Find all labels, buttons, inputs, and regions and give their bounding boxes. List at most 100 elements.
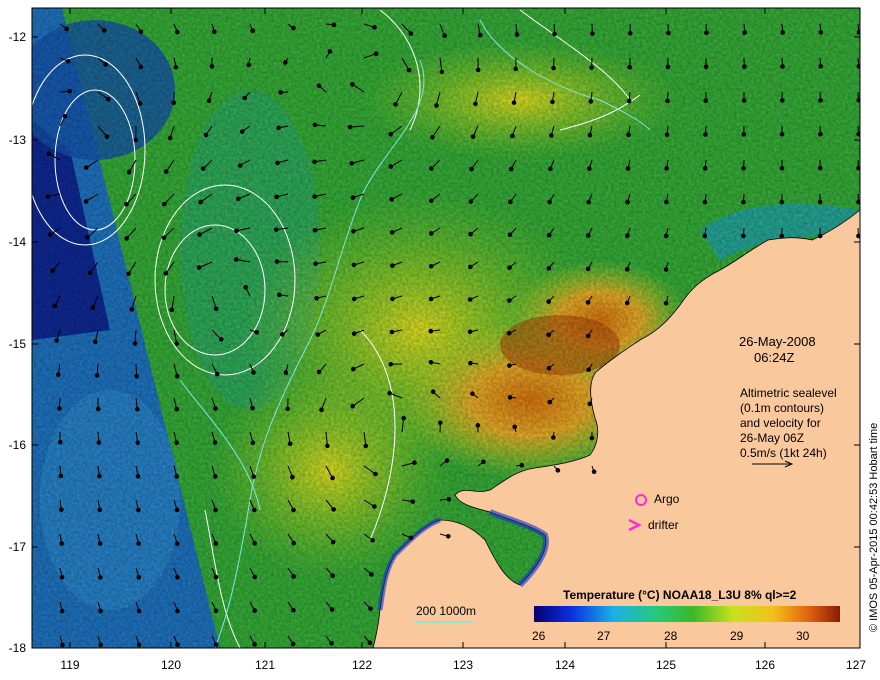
velocity-arrow-head — [200, 166, 206, 171]
velocity-arrow-head — [625, 166, 631, 171]
velocity-arrow-head — [196, 265, 202, 270]
velocity-arrow-head — [285, 406, 291, 412]
velocity-arrow-head — [467, 329, 473, 335]
velocity-arrow-head — [624, 233, 630, 239]
velocity-arrow-head — [315, 332, 321, 337]
velocity-arrow-head — [468, 264, 473, 270]
velocity-arrow-head — [213, 642, 219, 647]
velocity-arrow-head — [95, 406, 101, 412]
velocity-arrow-head — [742, 64, 747, 69]
velocity-arrow-head — [428, 263, 434, 269]
velocity-arrow-head — [741, 165, 746, 171]
x-tick-label: 124 — [554, 658, 576, 672]
velocity-arrow-head — [212, 29, 217, 35]
velocity-arrow-head — [586, 199, 592, 205]
y-tick-label: -12 — [8, 30, 26, 44]
velocity-arrow-head — [213, 574, 219, 580]
velocity-arrow-head — [368, 606, 373, 611]
velocity-arrow-head — [291, 25, 296, 31]
velocity-arrow-head — [546, 266, 552, 271]
velocity-arrow-head — [65, 58, 71, 64]
velocity-arrow-head — [175, 29, 180, 35]
map-time: 06:24Z — [754, 350, 795, 365]
velocity-arrow-head — [316, 369, 322, 375]
velocity-arrow-head — [213, 306, 219, 312]
velocity-arrow-head — [665, 98, 670, 104]
velocity-arrow-head — [60, 642, 65, 648]
velocity-arrow-head — [47, 232, 53, 237]
velocity-arrow-head — [585, 333, 591, 339]
velocity-arrow-head — [161, 235, 167, 241]
velocity-arrow-head — [390, 263, 395, 268]
velocity-arrow-head — [664, 199, 669, 205]
velocity-arrow-head — [134, 373, 139, 379]
velocity-arrow-head — [430, 134, 435, 140]
velocity-arrow-head — [467, 297, 473, 302]
velocity-arrow-head — [83, 199, 89, 204]
velocity-arrow-head — [507, 265, 512, 270]
velocity-arrow-head — [442, 33, 447, 38]
velocity-arrow-head — [350, 403, 355, 409]
velocity-arrow-head — [59, 507, 64, 512]
velocity-arrow-head — [103, 62, 108, 67]
velocity-arrow-head — [703, 98, 709, 103]
velocity-arrow-head — [327, 49, 333, 54]
velocity-arrow-head — [312, 122, 318, 128]
velocity-arrow-head — [551, 435, 556, 440]
velocity-arrow-head — [817, 165, 823, 171]
velocity-arrow-head — [274, 194, 279, 200]
velocity-arrow-head — [213, 541, 219, 546]
velocity-arrow-head — [741, 132, 747, 137]
velocity-arrow-head — [329, 641, 334, 646]
velocity-arrow-head — [512, 424, 517, 430]
map-date: 26-May-2008 — [739, 334, 816, 349]
velocity-arrow-head — [780, 64, 785, 69]
velocity-arrow-head — [213, 406, 218, 411]
velocity-arrow-head — [585, 266, 591, 272]
velocity-arrow-head — [388, 164, 394, 169]
velocity-arrow-head — [135, 474, 141, 479]
velocity-arrow-head — [555, 468, 561, 473]
velocity-arrow-head — [239, 129, 245, 134]
colorbar-tick: 28 — [664, 629, 678, 643]
velocity-arrow-head — [779, 98, 785, 103]
velocity-arrow-head — [312, 194, 317, 199]
velocity-arrow-head — [233, 257, 239, 262]
velocity-arrow-head — [136, 608, 142, 614]
velocity-arrow-head — [167, 135, 173, 141]
velocity-arrow-head — [136, 642, 142, 648]
velocity-arrow-head — [779, 199, 785, 205]
depth-legend-label: 200 1000m — [416, 604, 477, 618]
velocity-arrow-head — [468, 360, 473, 366]
velocity-arrow-head — [251, 474, 256, 479]
velocity-arrow-head — [588, 99, 594, 104]
velocity-arrow-head — [85, 235, 90, 240]
velocity-arrow-head — [547, 199, 552, 205]
map-layers — [32, 8, 860, 648]
y-tick-label: -17 — [8, 540, 26, 554]
velocity-arrow-head — [444, 458, 450, 463]
velocity-arrow-head — [290, 474, 295, 480]
velocity-arrow-head — [316, 83, 322, 89]
velocity-arrow-head — [779, 132, 785, 137]
velocity-arrow-head — [45, 194, 51, 199]
description-line: and velocity for — [740, 416, 821, 430]
velocity-arrow-head — [174, 474, 180, 479]
colorbar — [534, 606, 840, 622]
velocity-arrow-head — [219, 337, 224, 342]
velocity-arrow-head — [101, 28, 107, 33]
velocity-arrow-head — [438, 420, 443, 426]
velocity-arrow-head — [507, 298, 512, 303]
velocity-arrow-head — [98, 575, 103, 580]
velocity-arrow-head — [351, 331, 357, 336]
velocity-arrow-head — [136, 541, 141, 546]
velocity-arrow-head — [291, 574, 296, 579]
velocity-arrow-head — [163, 271, 169, 276]
velocity-arrow-head — [329, 607, 335, 612]
velocity-arrow-head — [275, 160, 280, 166]
velocity-arrow-head — [408, 31, 414, 36]
velocity-arrow-head — [57, 406, 62, 411]
velocity-arrow-head — [589, 435, 595, 441]
velocity-arrow-head — [90, 305, 96, 311]
velocity-arrow-head — [626, 132, 631, 138]
